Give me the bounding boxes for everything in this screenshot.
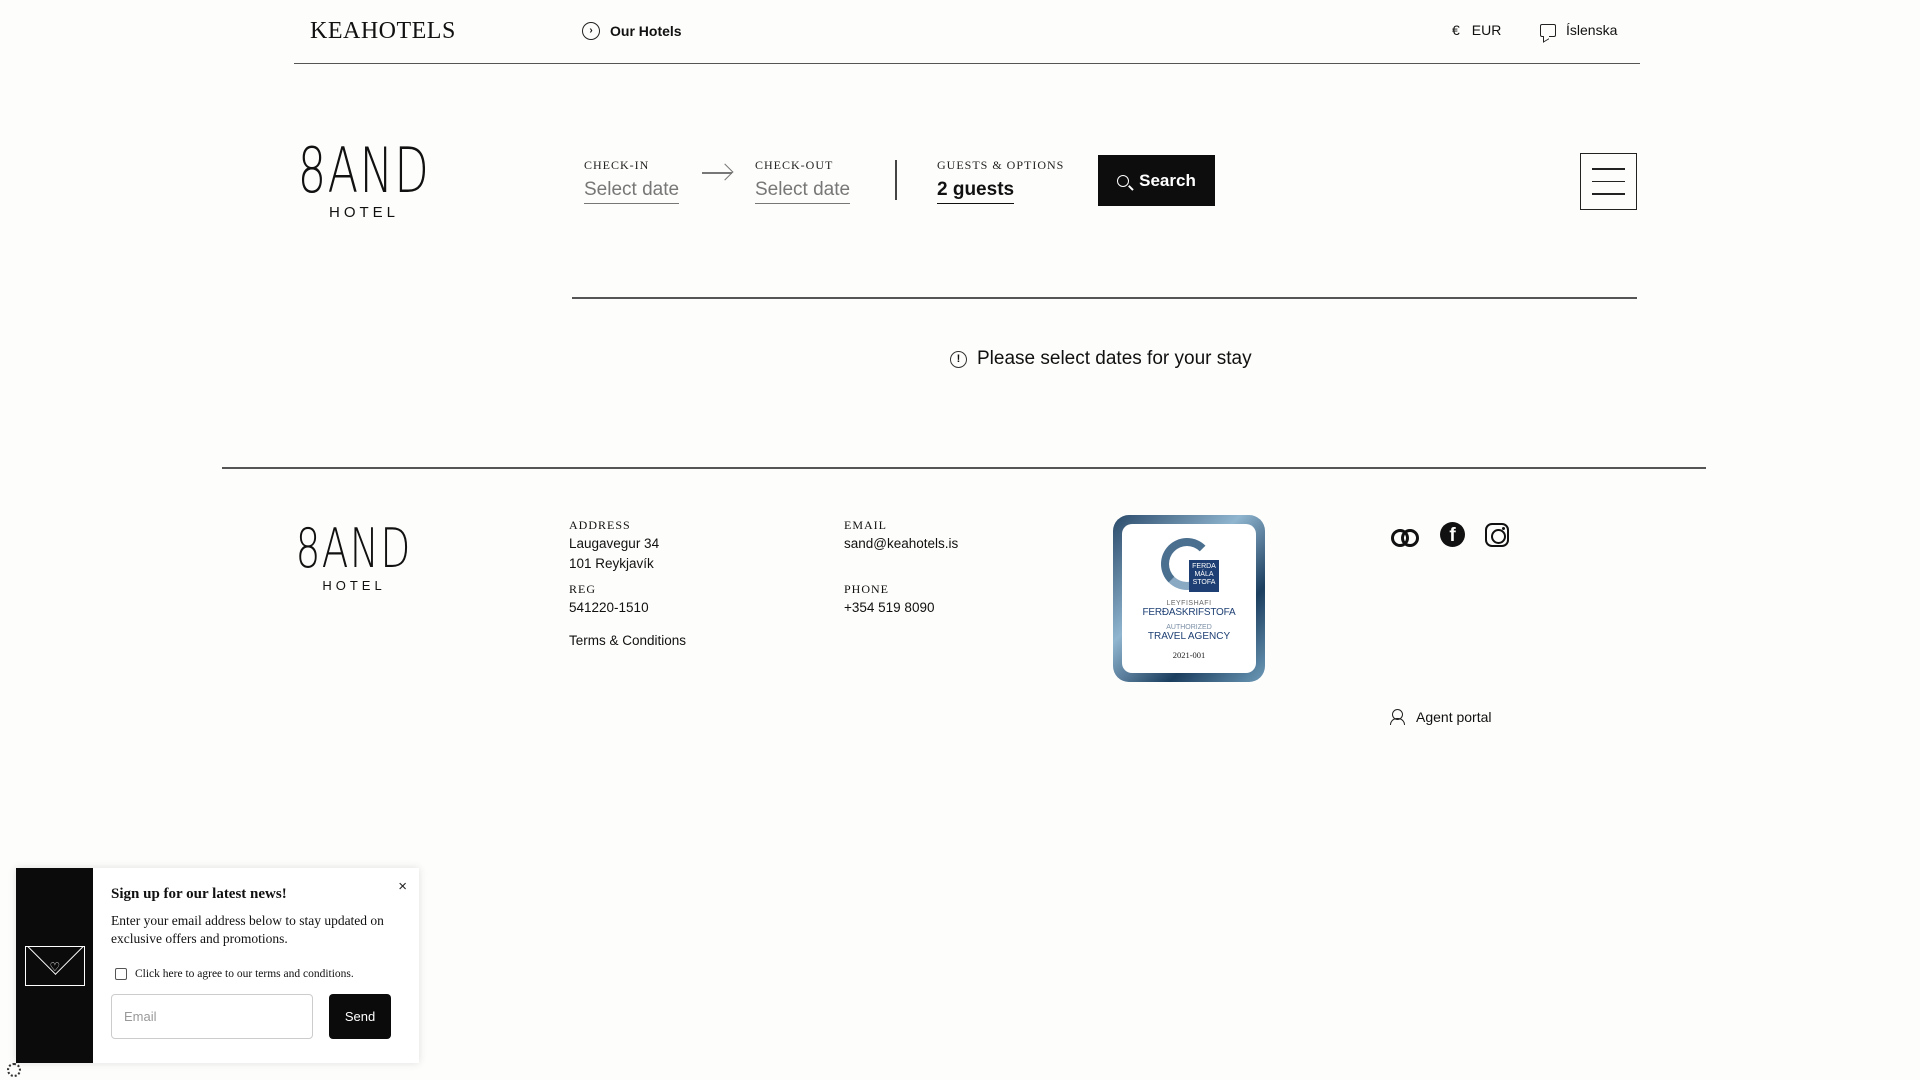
reg-value: 541220-1510	[569, 600, 649, 615]
currency-label: EUR	[1471, 22, 1502, 38]
chat-bubble-icon	[1540, 23, 1556, 37]
divider	[572, 297, 1637, 299]
hamburger-icon-line	[1592, 180, 1625, 183]
checkin-label: CHECK-IN	[584, 158, 650, 172]
badge-line2: FERÐASKRIFSTOFA	[1142, 607, 1236, 618]
badge-line1: LEYFISHAFI	[1166, 600, 1212, 607]
close-icon[interactable]: ×	[398, 878, 407, 895]
badge-box-text: FERDA MÁLA STOFA	[1189, 560, 1219, 592]
address-line1: Laugavegur 34	[569, 536, 660, 551]
popup-title: Sign up for our latest news!	[111, 886, 287, 902]
our-hotels-label: Our Hotels	[610, 23, 682, 39]
phone-link[interactable]: +354 519 8090	[844, 598, 958, 618]
instagram-icon[interactable]	[1485, 522, 1509, 547]
contact-column: EMAIL sand@keahotels.is PHONE +354 519 8…	[844, 518, 958, 618]
terms-link[interactable]: Terms & Conditions	[569, 631, 686, 651]
search-icon	[1117, 174, 1130, 187]
language-label: Íslenska	[1566, 22, 1618, 38]
hamburger-icon-line	[1592, 168, 1625, 170]
popup-side-panel: ♡	[16, 868, 93, 1063]
newsletter-popup: ♡ × Sign up for our latest news! Enter y…	[16, 868, 419, 1063]
divider	[222, 467, 1706, 469]
language-selector[interactable]: Íslenska	[1540, 22, 1617, 38]
agree-checkbox[interactable]	[115, 968, 127, 980]
footer-sand-logo[interactable]: 8AND HOTEL	[296, 522, 411, 594]
cookie-settings-icon[interactable]	[7, 1063, 21, 1077]
divider	[895, 160, 897, 200]
email-input[interactable]	[111, 994, 313, 1039]
checkin-field[interactable]: CHECK-IN Select date	[584, 158, 680, 204]
keahotels-logo[interactable]: KEAHOTELS	[310, 18, 456, 45]
tripadvisor-icon[interactable]	[1390, 525, 1420, 547]
checkout-field[interactable]: CHECK-OUT Select date	[755, 158, 851, 204]
agent-portal-label: Agent portal	[1416, 709, 1492, 725]
sand-hotel-logo[interactable]: 8AND HOTEL	[298, 140, 429, 222]
heart-icon: ♡	[49, 959, 61, 974]
guests-field[interactable]: GUESTS & OPTIONS 2 guests	[937, 158, 1064, 204]
top-bar: KEAHOTELS › Our Hotels € EUR Íslenska	[294, 0, 1640, 64]
address-line2: 101 Reykjavík	[569, 556, 654, 571]
menu-button[interactable]	[1580, 153, 1637, 210]
email-row: Send	[111, 994, 401, 1039]
info-icon: !	[950, 350, 967, 368]
facebook-icon[interactable]: f	[1440, 522, 1465, 547]
email-label: EMAIL	[844, 518, 887, 532]
reg-label: REG	[569, 582, 596, 596]
checkin-value[interactable]: Select date	[584, 179, 680, 204]
euro-icon: €	[1452, 22, 1460, 38]
envelope-icon: ♡	[24, 945, 85, 986]
ferdamalastofa-logo-icon: FERDA MÁLA STOFA	[1157, 534, 1221, 594]
badge-inner: FERDA MÁLA STOFA LEYFISHAFI FERÐASKRIFST…	[1122, 524, 1256, 673]
checkout-label: CHECK-OUT	[755, 158, 834, 172]
chevron-right-icon: ›	[582, 22, 600, 40]
hamburger-icon-line	[1592, 193, 1625, 195]
address-column: ADDRESS Laugavegur 34 101 Reykjavík REG …	[569, 518, 686, 651]
currency-selector[interactable]: € EUR	[1452, 22, 1501, 38]
search-label: Search	[1139, 170, 1196, 190]
our-hotels-link[interactable]: › Our Hotels	[582, 22, 682, 40]
social-links: f	[1390, 522, 1509, 547]
notice-text: Please select dates for your stay	[977, 348, 1252, 369]
guests-value[interactable]: 2 guests	[937, 179, 1015, 204]
travel-agency-badge: FERDA MÁLA STOFA LEYFISHAFI FERÐASKRIFST…	[1113, 515, 1265, 682]
agree-label[interactable]: Click here to agree to our terms and con…	[135, 968, 354, 980]
agree-row: Click here to agree to our terms and con…	[115, 968, 401, 980]
send-button[interactable]: Send	[329, 994, 391, 1039]
agent-portal-link[interactable]: Agent portal	[1390, 709, 1492, 725]
logo-word: 8AND	[297, 134, 431, 207]
badge-line3: AUTHORIZED	[1166, 624, 1212, 631]
checkout-value[interactable]: Select date	[755, 179, 851, 204]
popup-text: Enter your email address below to stay u…	[111, 913, 384, 946]
email-link[interactable]: sand@keahotels.is	[844, 534, 958, 554]
address-label: ADDRESS	[569, 518, 631, 532]
badge-line5: 2021-001	[1172, 650, 1206, 660]
popup-body: × Sign up for our latest news! Enter you…	[93, 868, 419, 1063]
select-dates-notice: ! Please select dates for your stay	[950, 348, 1252, 370]
guests-label: GUESTS & OPTIONS	[937, 158, 1065, 172]
user-icon	[1390, 709, 1405, 725]
arrow-right-icon	[702, 172, 732, 174]
search-button[interactable]: Search	[1098, 155, 1215, 206]
phone-label: PHONE	[844, 582, 890, 596]
logo-word: 8AND	[295, 517, 413, 580]
logo-sub: HOTEL	[322, 578, 386, 593]
badge-line4: TRAVEL AGENCY	[1147, 631, 1231, 642]
